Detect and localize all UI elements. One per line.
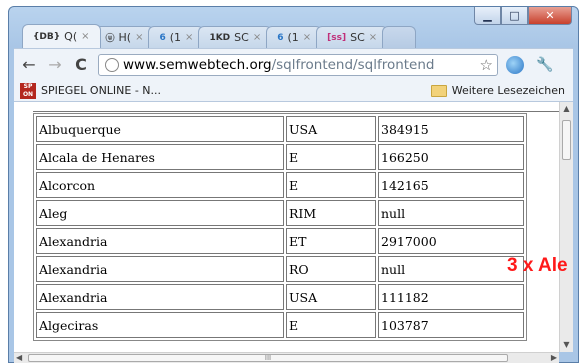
scroll-thumb[interactable] bbox=[562, 120, 571, 160]
scroll-down-icon[interactable]: ▼ bbox=[560, 338, 573, 352]
city-cell: Alexandria bbox=[36, 256, 284, 282]
country-cell: E bbox=[286, 144, 376, 170]
tab-close-icon[interactable]: × bbox=[253, 32, 261, 43]
country-cell: RO bbox=[286, 256, 376, 282]
tab-favicon: {DB} bbox=[33, 31, 61, 42]
page-content: Albuquerque USA 384915 Alcala de Henares E 16… bbox=[14, 102, 559, 352]
table-row: Alcala de Henares E 166250 bbox=[36, 144, 524, 170]
tab-label: SC bbox=[234, 31, 249, 44]
tab-close-icon[interactable]: × bbox=[135, 32, 143, 43]
country-cell: USA bbox=[286, 284, 376, 310]
address-bar[interactable]: www.semwebtech.org /sqlfrontend/sqlfront… bbox=[98, 53, 498, 76]
table-row: Algeciras E 103787 bbox=[36, 312, 524, 338]
page-info-icon[interactable] bbox=[105, 57, 119, 72]
city-cell: Alcala de Henares bbox=[36, 144, 284, 170]
wrench-icon[interactable]: 🔧 bbox=[536, 57, 553, 73]
population-cell: 384915 bbox=[378, 116, 524, 142]
tab-close-icon[interactable]: × bbox=[369, 32, 377, 43]
country-cell: E bbox=[286, 312, 376, 338]
tab-label: (1 bbox=[169, 31, 182, 44]
results-table: Albuquerque USA 384915 Alcala de Henares E 16… bbox=[33, 113, 527, 341]
scroll-up-icon[interactable]: ▲ bbox=[560, 102, 573, 116]
annotation-label: 3 x Ale bbox=[507, 255, 568, 276]
city-cell: Aleg bbox=[36, 200, 284, 226]
table-row: Alcorcon E 142165 bbox=[36, 172, 524, 198]
city-cell: Albuquerque bbox=[36, 116, 284, 142]
tab-label: (1 bbox=[287, 31, 299, 44]
horizontal-scrollbar[interactable]: ◀ III ▶ bbox=[14, 352, 559, 363]
table-row: Albuquerque USA 384915 bbox=[36, 116, 524, 142]
tab-close-icon[interactable]: × bbox=[81, 31, 89, 42]
bookmarks-bar: SP ON SPIEGEL ONLINE - N... Weitere Lese… bbox=[14, 80, 573, 102]
table-row: Aleg RIM null bbox=[36, 200, 524, 226]
other-bookmarks[interactable]: Weitere Lesezeichen bbox=[430, 84, 565, 97]
tab-1[interactable]: ⓤ H( × bbox=[94, 26, 155, 48]
tab-label: H( bbox=[118, 31, 132, 44]
scroll-left-icon[interactable]: ◀ bbox=[16, 353, 22, 362]
city-cell: Alcorcon bbox=[36, 172, 284, 198]
table-row-partial bbox=[33, 102, 559, 112]
city-cell: Alexandria bbox=[36, 228, 284, 254]
city-cell: Algeciras bbox=[36, 312, 284, 338]
toolbar: ← → C www.semwebtech.org /sqlfrontend/sq… bbox=[14, 48, 573, 80]
tab-3[interactable]: 1KD SC × bbox=[198, 26, 273, 48]
country-cell: ET bbox=[286, 228, 376, 254]
reload-button[interactable]: C bbox=[70, 55, 92, 74]
table-row: Alexandria USA 111182 bbox=[36, 284, 524, 310]
tab-0[interactable]: {DB} Q( × bbox=[22, 24, 101, 48]
country-cell: USA bbox=[286, 116, 376, 142]
tab-favicon: [ss] bbox=[327, 32, 347, 43]
tab-4[interactable]: 6 (1 × bbox=[266, 26, 323, 48]
forward-button[interactable]: → bbox=[44, 55, 66, 74]
url-domain: www.semwebtech.org bbox=[123, 56, 272, 73]
table-row: Alexandria RO null bbox=[36, 256, 524, 282]
tab-close-icon[interactable]: × bbox=[185, 32, 193, 43]
minimize-button[interactable]: ▁ bbox=[474, 7, 501, 25]
tab-5[interactable]: [ss] SC × bbox=[316, 26, 389, 48]
bookmark-spiegel[interactable]: SPIEGEL ONLINE - N... bbox=[41, 84, 161, 97]
maximize-button[interactable]: □ bbox=[501, 7, 528, 25]
window-controls: ▁ □ ✕ bbox=[474, 7, 572, 27]
h-scroll-thumb[interactable]: III bbox=[28, 354, 508, 362]
population-cell: 111182 bbox=[378, 284, 524, 310]
tab-favicon: 6 bbox=[159, 32, 166, 43]
other-bookmarks-label: Weitere Lesezeichen bbox=[451, 84, 565, 97]
extension-icon[interactable] bbox=[506, 55, 524, 74]
tab-close-icon[interactable]: × bbox=[303, 32, 311, 43]
close-button[interactable]: ✕ bbox=[528, 7, 572, 25]
bookmark-star-icon[interactable]: ☆ bbox=[480, 56, 493, 74]
population-cell: 142165 bbox=[378, 172, 524, 198]
url-path: /sqlfrontend/sqlfrontend bbox=[271, 56, 435, 73]
vertical-scrollbar[interactable]: ▲ ▼ bbox=[559, 102, 573, 352]
scroll-right-icon[interactable]: ▶ bbox=[551, 353, 557, 362]
spiegel-favicon-icon: SP ON bbox=[20, 82, 36, 99]
back-button[interactable]: ← bbox=[18, 55, 40, 74]
city-cell: Alexandria bbox=[36, 284, 284, 310]
population-cell: 2917000 bbox=[378, 228, 524, 254]
table-row: Alexandria ET 2917000 bbox=[36, 228, 524, 254]
tab-favicon: 6 bbox=[277, 32, 284, 43]
tab-2[interactable]: 6 (1 × bbox=[148, 26, 205, 48]
tab-favicon: ⓤ bbox=[105, 34, 115, 44]
tab-favicon: 1KD bbox=[209, 32, 231, 43]
population-cell: 166250 bbox=[378, 144, 524, 170]
country-cell: E bbox=[286, 172, 376, 198]
population-cell: 103787 bbox=[378, 312, 524, 338]
tab-strip: {DB} Q( × ⓤ H( × 6 (1 × 1KD SC × 6 (1 × … bbox=[22, 24, 417, 48]
folder-icon bbox=[430, 84, 447, 97]
population-cell: null bbox=[378, 256, 524, 282]
tab-label: SC bbox=[350, 31, 365, 44]
tab-label: Q( bbox=[64, 30, 78, 43]
country-cell: RIM bbox=[286, 200, 376, 226]
population-cell: null bbox=[378, 200, 524, 226]
new-tab-button[interactable] bbox=[382, 26, 417, 48]
